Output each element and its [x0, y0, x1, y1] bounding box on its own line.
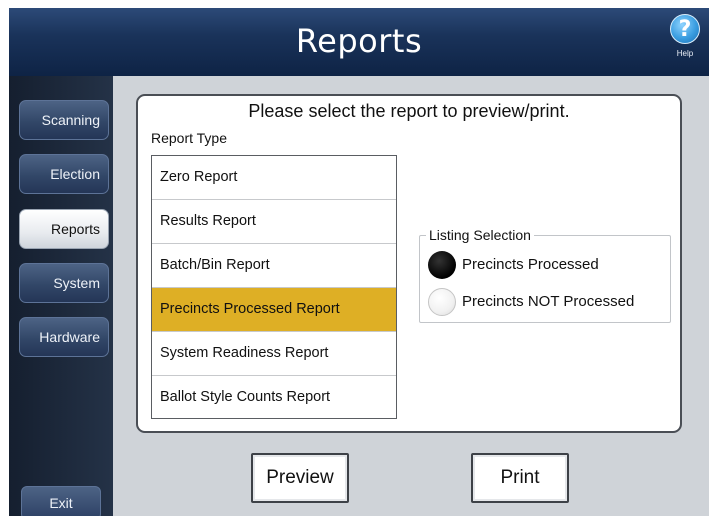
- preview-button[interactable]: Preview: [251, 453, 349, 503]
- panel-prompt: Please select the report to preview/prin…: [248, 101, 570, 121]
- nav-scanning-button[interactable]: Scanning: [19, 100, 109, 140]
- radio-label-not-processed: Precincts NOT Processed: [462, 293, 635, 310]
- radio-unselected-icon[interactable]: [428, 288, 456, 316]
- report-item-precincts-processed[interactable]: Precincts Processed Report: [152, 288, 396, 332]
- exit-button[interactable]: Exit: [21, 486, 101, 516]
- reports-screen: Reports ? Help Scanning Election Reports…: [9, 8, 709, 516]
- report-item-ballot-style-counts[interactable]: Ballot Style Counts Report: [152, 376, 396, 420]
- header-bar: Reports ? Help: [9, 8, 709, 76]
- report-item-results[interactable]: Results Report: [152, 200, 396, 244]
- report-selection-panel: Please select the report to preview/prin…: [136, 94, 682, 433]
- side-nav: Scanning Election Reports System Hardwar…: [9, 76, 113, 516]
- radio-selected-icon[interactable]: [428, 251, 456, 279]
- help-label: Help: [676, 49, 694, 58]
- page-title: Reports: [295, 22, 423, 60]
- report-item-batch-bin[interactable]: Batch/Bin Report: [152, 244, 396, 288]
- listing-selection-legend: Listing Selection: [426, 227, 534, 243]
- report-type-list: Zero Report Results Report Batch/Bin Rep…: [151, 155, 397, 419]
- help-button[interactable]: ? Help: [667, 14, 703, 70]
- listing-selection-group: Listing Selection Precincts Processed Pr…: [419, 227, 671, 323]
- nav-reports-button[interactable]: Reports: [19, 209, 109, 249]
- help-icon: ?: [670, 14, 700, 44]
- nav-election-button[interactable]: Election: [19, 154, 109, 194]
- nav-system-button[interactable]: System: [19, 263, 109, 303]
- report-item-zero[interactable]: Zero Report: [152, 156, 396, 200]
- report-item-system-readiness[interactable]: System Readiness Report: [152, 332, 396, 376]
- radio-label-processed: Precincts Processed: [462, 256, 599, 273]
- report-type-label: Report Type: [151, 130, 228, 146]
- print-button[interactable]: Print: [471, 453, 569, 503]
- nav-hardware-button[interactable]: Hardware: [19, 317, 109, 357]
